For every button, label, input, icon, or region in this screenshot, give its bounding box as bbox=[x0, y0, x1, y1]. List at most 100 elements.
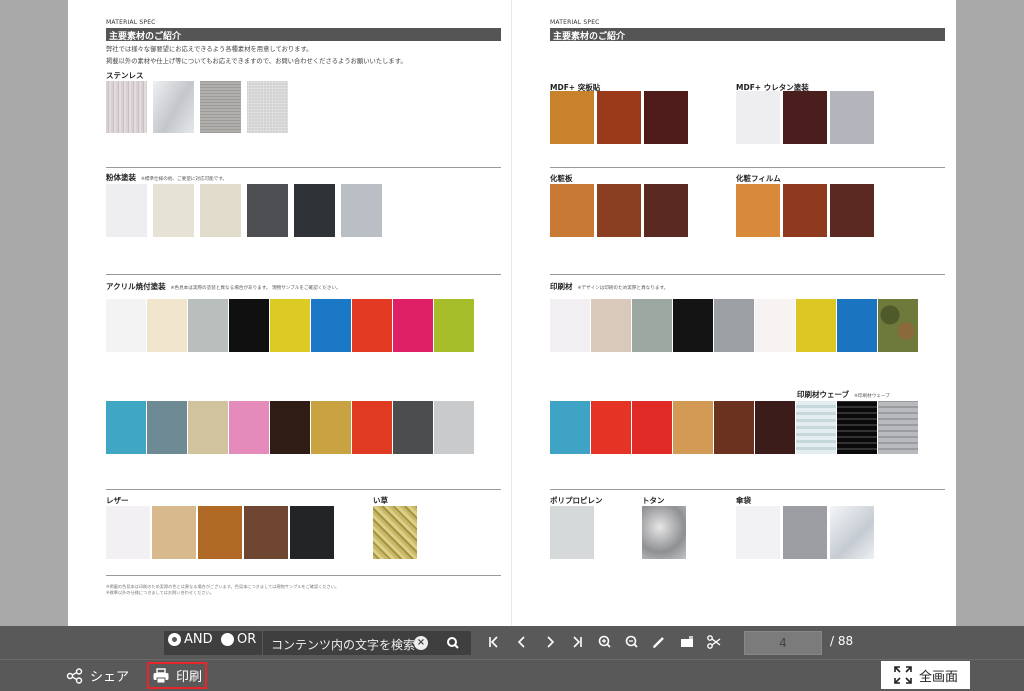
or-radio[interactable]: OR bbox=[221, 632, 256, 647]
section-decor-board: 化粧板 bbox=[550, 174, 573, 183]
pen-icon[interactable] bbox=[649, 632, 669, 652]
swatch bbox=[837, 299, 877, 352]
swatch bbox=[878, 401, 918, 454]
sticky-note-icon[interactable] bbox=[677, 632, 697, 652]
swatch-row-decor-board bbox=[550, 184, 691, 237]
swatch bbox=[796, 401, 836, 454]
print-label: 印刷 bbox=[175, 670, 202, 685]
swatch bbox=[244, 506, 288, 559]
spec-label: MATERIAL SPEC bbox=[106, 19, 156, 26]
swatch bbox=[878, 299, 918, 352]
swatch bbox=[597, 184, 641, 237]
swatch bbox=[393, 299, 433, 352]
section-stainless: ステンレス bbox=[106, 71, 144, 80]
swatch bbox=[714, 401, 754, 454]
swatch bbox=[198, 506, 242, 559]
swatch bbox=[550, 91, 594, 144]
intro-text: 弊社では様々な御要望にお応えできるよう各種素材を用意しております。 掲載以外の素… bbox=[106, 44, 407, 68]
fullscreen-icon bbox=[894, 666, 912, 684]
prev-page-icon[interactable] bbox=[512, 632, 532, 652]
right-page: MATERIAL SPEC 主要素材のご紹介 MDF+ 突板貼 MDF+ ウレタ… bbox=[512, 0, 956, 626]
section-pp: ポリプロピレン bbox=[550, 496, 603, 505]
swatch-row-print-1 bbox=[550, 299, 919, 352]
swatch bbox=[736, 91, 780, 144]
swatch bbox=[830, 91, 874, 144]
first-page-icon[interactable] bbox=[484, 632, 504, 652]
zoom-in-icon[interactable] bbox=[595, 632, 615, 652]
zoom-out-icon[interactable] bbox=[622, 632, 642, 652]
section-acrylic: アクリル焼付塗装 ※色見本は実際の塗装と異なる場合があります。 現物サンプルをご確… bbox=[106, 282, 341, 291]
divider bbox=[106, 575, 501, 576]
swatch bbox=[188, 401, 228, 454]
swatch bbox=[247, 184, 288, 237]
share-button[interactable]: シェア bbox=[66, 666, 129, 685]
divider bbox=[106, 489, 501, 490]
swatch bbox=[736, 184, 780, 237]
divider bbox=[106, 167, 501, 168]
swatch-row-print-2 bbox=[550, 401, 919, 454]
swatch-row-stainless bbox=[106, 81, 294, 133]
swatch bbox=[597, 91, 641, 144]
footnote-line: ※標準以外の仕様につきましてはお問い合わせください。 bbox=[106, 590, 214, 595]
page-number-input[interactable]: 4 bbox=[744, 631, 822, 655]
swatch bbox=[632, 299, 672, 352]
swatch bbox=[755, 299, 795, 352]
swatch bbox=[434, 401, 474, 454]
swatch bbox=[550, 506, 594, 559]
share-icon bbox=[66, 667, 83, 684]
and-radio[interactable]: AND bbox=[168, 632, 213, 647]
and-label: AND bbox=[184, 632, 213, 647]
swatch bbox=[714, 299, 754, 352]
swatch-row-acrylic-2 bbox=[106, 401, 475, 454]
section-rush: い草 bbox=[373, 496, 388, 505]
swatch bbox=[106, 184, 147, 237]
swatch bbox=[796, 299, 836, 352]
swatch bbox=[106, 81, 147, 133]
swatch bbox=[550, 401, 590, 454]
swatch-row-powder bbox=[106, 184, 388, 237]
page-total: / 88 bbox=[830, 634, 854, 648]
print-button[interactable]: 印刷 bbox=[147, 662, 207, 689]
swatch bbox=[229, 299, 269, 352]
next-page-icon[interactable] bbox=[540, 632, 560, 652]
share-label: シェア bbox=[90, 670, 130, 685]
section-tin: トタン bbox=[642, 496, 665, 505]
footnote: ※掲載の色見本は印刷のため実際の色とは異なる場合がございます。色見本につきまして… bbox=[106, 584, 339, 596]
clear-search-icon[interactable]: × bbox=[414, 636, 428, 650]
swatch bbox=[229, 401, 269, 454]
swatch bbox=[830, 184, 874, 237]
swatch bbox=[106, 299, 146, 352]
swatch bbox=[153, 184, 194, 237]
left-page: MATERIAL SPEC 主要素材のご紹介 弊社では様々な御要望にお応えできる… bbox=[68, 0, 512, 626]
last-page-icon[interactable] bbox=[567, 632, 587, 652]
swatch bbox=[830, 506, 874, 559]
search-button[interactable] bbox=[435, 631, 471, 655]
section-cloth: 傘袋 bbox=[736, 496, 751, 505]
search-input[interactable] bbox=[263, 631, 435, 655]
swatch bbox=[311, 299, 351, 352]
swatch bbox=[352, 401, 392, 454]
swatch bbox=[591, 299, 631, 352]
swatch bbox=[783, 184, 827, 237]
swatch bbox=[147, 401, 187, 454]
swatch bbox=[352, 299, 392, 352]
swatch bbox=[673, 299, 713, 352]
swatch bbox=[294, 184, 335, 237]
swatch bbox=[783, 506, 827, 559]
search-icon bbox=[447, 637, 459, 649]
page-title: 主要素材のご紹介 bbox=[106, 28, 501, 42]
swatch-row-decor-film bbox=[736, 184, 877, 237]
divider bbox=[550, 274, 945, 275]
divider bbox=[550, 489, 945, 490]
swatch bbox=[591, 401, 631, 454]
swatch bbox=[373, 506, 417, 559]
printer-icon bbox=[153, 667, 169, 683]
fullscreen-button[interactable]: 全画面 bbox=[881, 661, 970, 689]
swatch bbox=[341, 184, 382, 237]
section-leather: レザー bbox=[106, 496, 129, 505]
swatch bbox=[200, 184, 241, 237]
swatch bbox=[550, 184, 594, 237]
swatch bbox=[106, 506, 150, 559]
swatch-row-pp bbox=[550, 506, 600, 559]
scissors-icon[interactable] bbox=[704, 632, 724, 652]
